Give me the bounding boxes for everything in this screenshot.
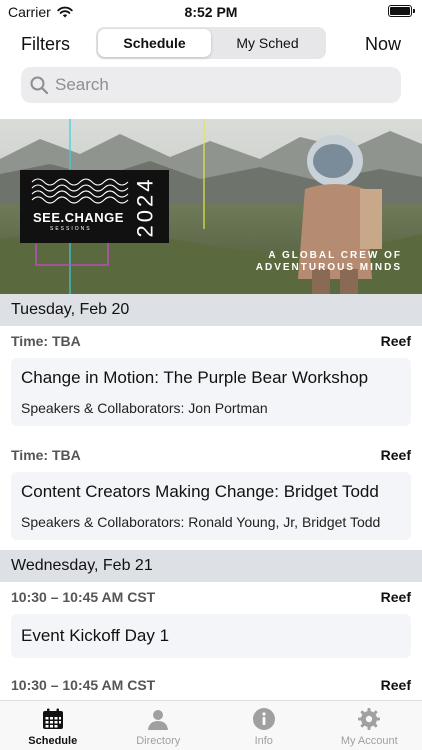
tab-schedule[interactable]: Schedule [0, 701, 106, 750]
tab-label: Directory [136, 735, 181, 747]
battery-icon [388, 5, 415, 17]
tab-bar: Schedule Directory Info My Account [0, 700, 422, 750]
tab-label: Schedule [28, 735, 78, 747]
filters-button[interactable]: Filters [21, 34, 70, 55]
session-time: Time: TBA [11, 447, 81, 463]
event-logo: SEE.CHANGE SESSIONS 2024 [20, 170, 169, 243]
calendar-icon [42, 708, 63, 729]
session-card[interactable]: Event Kickoff Day 1 [11, 614, 411, 658]
logo-wave-mark [31, 178, 129, 204]
session-meta: Time: TBA Reef [0, 326, 422, 356]
session-time: 10:30 – 10:45 AM CST [11, 677, 156, 693]
tab-label: My Account [340, 735, 398, 747]
search-icon [30, 76, 49, 95]
search-bar [21, 67, 401, 103]
status-time: 8:52 PM [184, 4, 238, 20]
logo-year: 2024 [132, 176, 158, 238]
session-meta: Time: TBA Reef [0, 440, 422, 470]
day-header: Wednesday, Feb 21 [0, 550, 422, 582]
tab-info[interactable]: Info [211, 701, 317, 750]
person-icon [148, 710, 169, 730]
session-card[interactable]: Change in Motion: The Purple Bear Worksh… [11, 358, 411, 426]
segment-my-sched[interactable]: My Sched [211, 29, 324, 57]
session-title: Event Kickoff Day 1 [21, 626, 170, 645]
gear-icon [358, 708, 381, 730]
session-room: Reef [380, 677, 411, 693]
info-icon [252, 708, 275, 730]
search-input[interactable] [55, 75, 375, 95]
tab-my-account[interactable]: My Account [317, 701, 422, 750]
banner-tagline: A GLOBAL CREW OF ADVENTUROUS MINDS [255, 250, 402, 273]
session-time: 10:30 – 10:45 AM CST [11, 589, 156, 605]
now-button[interactable]: Now [365, 34, 401, 55]
schedule-segmented-control: Schedule My Sched [96, 27, 326, 59]
logo-title: SEE.CHANGE [33, 210, 124, 225]
session-time: Time: TBA [11, 333, 81, 349]
segment-schedule[interactable]: Schedule [98, 29, 211, 57]
session-room: Reef [380, 333, 411, 349]
status-bar: Carrier 8:52 PM [0, 0, 422, 24]
day-header: Tuesday, Feb 20 [0, 294, 422, 326]
event-banner: SEE.CHANGE SESSIONS 2024 A GLOBAL CREW O… [0, 119, 422, 294]
tab-directory[interactable]: Directory [106, 701, 212, 750]
nav-bar: Filters Schedule My Sched Now [0, 24, 422, 64]
session-meta: 10:30 – 10:45 AM CST Reef [0, 670, 422, 700]
session-room: Reef [380, 589, 411, 605]
session-room: Reef [380, 447, 411, 463]
schedule-list[interactable]: Tuesday, Feb 20 Time: TBA Reef Change in… [0, 294, 422, 700]
logo-subtitle: SESSIONS [50, 226, 92, 232]
session-speakers: Speakers & Collaborators: Ronald Young, … [21, 514, 381, 530]
session-meta: 10:30 – 10:45 AM CST Reef [0, 582, 422, 612]
session-card[interactable]: Content Creators Making Change: Bridget … [11, 472, 411, 540]
session-speakers: Speakers & Collaborators: Jon Portman [21, 400, 268, 416]
session-title: Content Creators Making Change: Bridget … [21, 482, 379, 501]
tab-label: Info [254, 735, 273, 747]
session-title: Change in Motion: The Purple Bear Worksh… [21, 368, 369, 387]
